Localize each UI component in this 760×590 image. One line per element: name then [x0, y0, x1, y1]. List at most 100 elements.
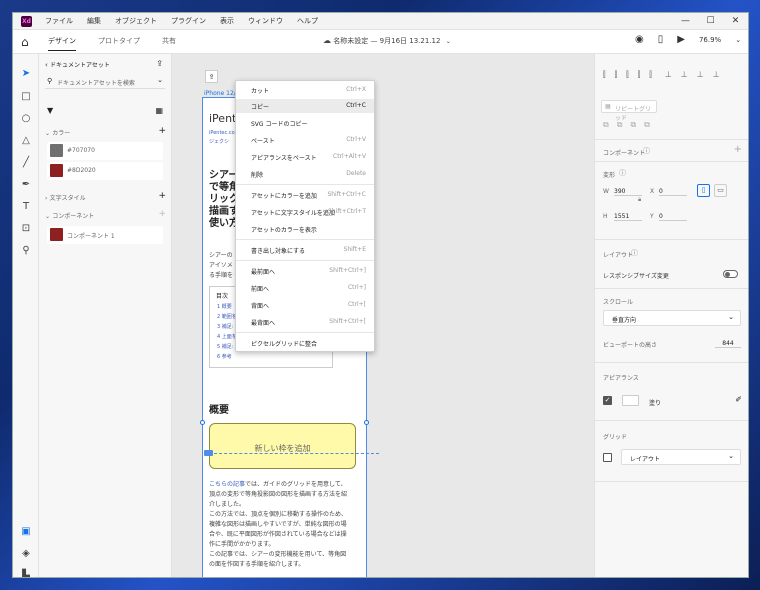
- menu-item-copy[interactable]: コピー Ctrl+C: [236, 99, 374, 113]
- align-left-icon[interactable]: ⫿: [603, 70, 606, 80]
- color-asset-row[interactable]: #8D2020: [47, 162, 163, 180]
- x-input[interactable]: 0: [659, 188, 687, 196]
- filter-icon[interactable]: ▼: [47, 106, 53, 115]
- menu-item-delete[interactable]: 削除 Delete: [236, 167, 374, 181]
- align-top-icon[interactable]: ⫿: [638, 70, 641, 80]
- add-icon[interactable]: +: [734, 144, 742, 155]
- user-icon[interactable]: ◉: [635, 34, 644, 45]
- grid-view-icon[interactable]: ▦: [155, 106, 163, 115]
- chevron-down-icon[interactable]: ⌄: [735, 36, 741, 44]
- menu-item-bring-forward[interactable]: 前面へ Ctrl+]: [236, 281, 374, 295]
- page-icon[interactable]: ▯: [697, 184, 710, 197]
- charstyles-section-header[interactable]: › 文字スタイル +: [45, 191, 166, 202]
- menu-item-paste[interactable]: ペースト Ctrl+V: [236, 133, 374, 147]
- text-tool-icon[interactable]: T: [20, 201, 32, 212]
- add-icon[interactable]: +: [158, 126, 166, 136]
- maximize-button[interactable]: ☐: [698, 13, 723, 30]
- align-bottom-icon[interactable]: ⊥: [665, 70, 672, 80]
- folder-icon[interactable]: ▭: [714, 184, 727, 197]
- menu-item-mark-export[interactable]: 書き出し対象にする Shift+E: [236, 243, 374, 257]
- eyedropper-icon[interactable]: ✐: [735, 395, 742, 404]
- toc-item[interactable]: 1 概要: [217, 302, 237, 312]
- tab-prototype[interactable]: プロトタイプ: [98, 36, 140, 51]
- share-icon[interactable]: ⇪: [205, 70, 218, 83]
- distribute-icon[interactable]: ⊥: [697, 70, 704, 80]
- sticky-note-component[interactable]: 新しい枠を追加: [209, 423, 356, 469]
- menu-item-copy-svg[interactable]: SVG コードのコピー: [236, 116, 374, 130]
- toc-item[interactable]: 5 補足:: [217, 342, 237, 352]
- zoom-level[interactable]: 76.9%: [699, 36, 721, 44]
- menu-item-show-asset-colors[interactable]: アセットのカラーを表示: [236, 222, 374, 236]
- add-icon[interactable]: +: [158, 209, 166, 219]
- color-asset-row[interactable]: #707070: [47, 142, 163, 160]
- polygon-tool-icon[interactable]: △: [20, 135, 32, 146]
- menu-plugins[interactable]: プラグイン: [171, 16, 206, 26]
- grid-type-select[interactable]: レイアウト ⌄: [621, 449, 741, 465]
- play-icon[interactable]: ▶: [677, 34, 685, 45]
- y-input[interactable]: 0: [659, 213, 687, 221]
- viewport-height-input[interactable]: 844: [715, 340, 741, 348]
- close-button[interactable]: ✕: [723, 13, 748, 30]
- component-asset-row[interactable]: コンポーネント 1: [47, 226, 163, 244]
- add-icon[interactable]: +: [158, 191, 166, 201]
- menu-view[interactable]: 表示: [220, 16, 234, 26]
- menu-window[interactable]: ウィンドウ: [248, 16, 283, 26]
- menu-item-send-backward[interactable]: 背面へ Ctrl+[: [236, 298, 374, 312]
- menu-item-pixel-grid-align[interactable]: ピクセルグリッドに整合: [236, 336, 374, 350]
- tab-share[interactable]: 共有: [162, 36, 176, 51]
- responsive-toggle[interactable]: [723, 270, 738, 278]
- align-center-icon[interactable]: ⫿: [615, 70, 618, 80]
- union-icon[interactable]: ⧉: [603, 120, 609, 130]
- menu-edit[interactable]: 編集: [87, 16, 101, 26]
- toc-item[interactable]: 2 範囲を: [217, 312, 237, 322]
- line-tool-icon[interactable]: ╱: [20, 157, 32, 168]
- menu-file[interactable]: ファイル: [45, 16, 73, 26]
- fill-checkbox[interactable]: ✓: [603, 396, 612, 405]
- assets-icon[interactable]: ▣: [20, 526, 32, 537]
- menu-item-bring-to-front[interactable]: 最前面へ Shift+Ctrl+]: [236, 264, 374, 278]
- assets-breadcrumb[interactable]: ‹ ドキュメントアセット: [45, 60, 110, 69]
- exclude-icon[interactable]: ⧉: [644, 120, 650, 130]
- menu-item-add-charstyle-asset[interactable]: アセットに文字スタイルを追加 Shift+Ctrl+T: [236, 205, 374, 219]
- selection-handle[interactable]: [200, 420, 205, 425]
- pen-tool-icon[interactable]: ✒: [20, 179, 32, 190]
- align-right-icon[interactable]: ⫿: [626, 70, 629, 80]
- menu-item-send-to-back[interactable]: 最背面へ Shift+Ctrl+[: [236, 315, 374, 329]
- scroll-select[interactable]: 垂直方向 ⌄: [603, 310, 741, 326]
- distribute-icon[interactable]: ⊥: [681, 70, 688, 80]
- toc-item[interactable]: 6 参考: [217, 352, 237, 362]
- colors-section-header[interactable]: ⌄ カラー +: [45, 126, 166, 137]
- fill-color-swatch[interactable]: [622, 395, 639, 406]
- plugins-icon[interactable]: ▙: [20, 570, 32, 577]
- tab-design[interactable]: デザイン: [48, 36, 76, 51]
- document-title[interactable]: ☁ 名称未設定 — 9月16日 13.21.12 ⌄: [323, 36, 451, 46]
- toc-item[interactable]: 4 上面を: [217, 332, 237, 342]
- assets-search-input[interactable]: ⚲ ドキュメントアセットを検索 ⌄: [45, 75, 165, 89]
- layers-icon[interactable]: ◈: [20, 548, 32, 559]
- ellipse-tool-icon[interactable]: ○: [20, 113, 32, 124]
- toc-item[interactable]: 3 補足:: [217, 322, 237, 332]
- align-middle-icon[interactable]: ⫿: [649, 70, 652, 80]
- lock-icon[interactable]: 🔒︎: [638, 196, 641, 204]
- zoom-tool-icon[interactable]: ⚲: [20, 245, 32, 256]
- artboard-tool-icon[interactable]: ⊡: [20, 223, 32, 234]
- select-tool-icon[interactable]: ➤: [20, 68, 32, 79]
- home-icon[interactable]: ⌂: [21, 35, 29, 49]
- menu-item-add-color-asset[interactable]: アセットにカラーを追加 Shift+Ctrl+C: [236, 188, 374, 202]
- repeat-grid-button[interactable]: ▦ リピートグリッド: [601, 100, 657, 122]
- intersect-icon[interactable]: ⧉: [630, 120, 636, 130]
- subtract-icon[interactable]: ⧉: [617, 120, 623, 130]
- distribute-icon[interactable]: ⊥: [713, 70, 720, 80]
- export-icon[interactable]: ⇪: [156, 59, 163, 68]
- menu-item-paste-appearance[interactable]: アピアランスをペースト Ctrl+Alt+V: [236, 150, 374, 164]
- selection-handle[interactable]: [364, 420, 369, 425]
- components-section-header[interactable]: ⌄ コンポーネント +: [45, 209, 166, 220]
- menu-object[interactable]: オブジェクト: [115, 16, 157, 26]
- minimize-button[interactable]: —: [673, 13, 698, 30]
- device-preview-icon[interactable]: ▯: [658, 34, 664, 45]
- menu-item-cut[interactable]: カット Ctrl+X: [236, 83, 374, 97]
- article-link[interactable]: こちらの記事: [209, 481, 245, 488]
- rectangle-tool-icon[interactable]: □: [20, 91, 32, 102]
- menu-help[interactable]: ヘルプ: [297, 16, 318, 26]
- height-input[interactable]: 1551: [614, 213, 642, 221]
